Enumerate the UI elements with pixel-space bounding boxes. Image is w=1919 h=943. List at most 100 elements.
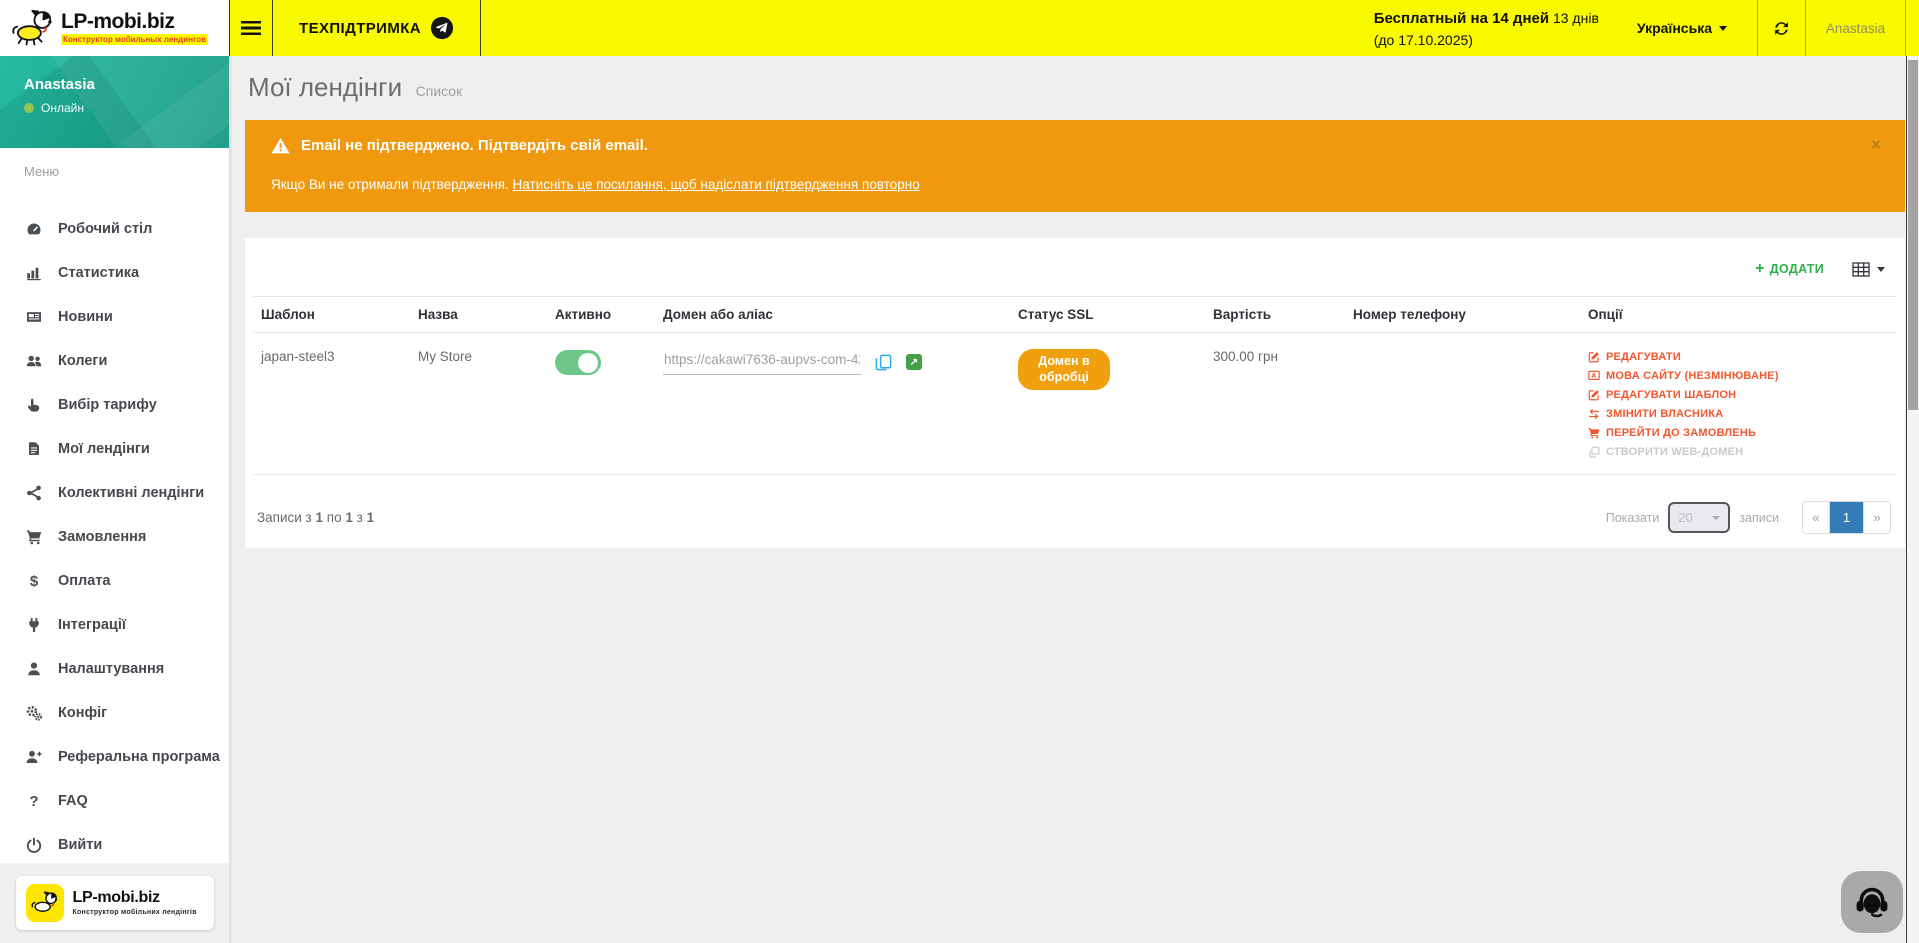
language-selector[interactable]: Українська [1637, 0, 1727, 56]
scrollbar-thumb[interactable] [1908, 60, 1918, 410]
landings-card: + ДОДАТИ Шаблон Назва Активно [245, 238, 1905, 548]
column-header: Статус SSL [1010, 297, 1205, 333]
option-site-language[interactable]: МОВА САЙТУ (НЕЗМІНЮВАНЕ) [1588, 370, 1889, 382]
sidebar-item-colleagues[interactable]: Колеги [0, 339, 229, 383]
close-icon[interactable]: × [1867, 133, 1885, 157]
header-logo[interactable]: LP-mobi.biz Конструктор мобильных лендин… [0, 0, 229, 56]
table-footer: Записи з 1 по 1 з 1 Показати 20 записи «… [253, 475, 1897, 540]
refresh-button[interactable] [1758, 0, 1805, 56]
logo-title: LP-mobi.biz [61, 11, 208, 32]
sidebar-item-statistics[interactable]: Статистика [0, 251, 229, 295]
footer-logo-title: LP-mobi.biz [73, 890, 197, 906]
profile-status: Онлайн [24, 101, 229, 115]
sidebar: Anastasia Онлайн Меню Робочий стіл Стати… [0, 56, 229, 943]
active-toggle[interactable] [555, 350, 601, 375]
column-header: Активно [547, 297, 655, 333]
trial-days-left: 13 днів [1553, 10, 1599, 26]
column-header: Назва [410, 297, 547, 333]
banner-text: Якщо Ви не отримали підтвердження. [271, 177, 513, 192]
sidebar-item-payment[interactable]: $ Оплата [0, 559, 229, 603]
exchange-icon [1588, 408, 1600, 420]
page-subtitle: Список [416, 83, 463, 99]
sidebar-item-news[interactable]: Новини [0, 295, 229, 339]
clone-icon [1588, 446, 1600, 458]
domain-input[interactable] [663, 349, 861, 375]
options-list: РЕДАГУВАТИ МОВА САЙТУ (НЕЗМІНЮВАНЕ) РЕДА… [1588, 349, 1889, 458]
support-link[interactable]: ТЕХПІДТРИМКА [273, 0, 481, 56]
users-icon [25, 353, 43, 369]
hand-pointer-icon [25, 397, 43, 413]
column-header: Шаблон [253, 297, 410, 333]
records-info: Записи з 1 по 1 з 1 [257, 510, 374, 525]
footer-logo[interactable]: LP-mobi.biz Конструктор мобільних лендін… [16, 876, 214, 930]
sidebar-item-config[interactable]: Конфіг [0, 691, 229, 735]
sidebar-item-integrations[interactable]: Інтеграції [0, 603, 229, 647]
pager-next[interactable]: » [1863, 502, 1890, 533]
add-button[interactable]: + ДОДАТИ [1755, 261, 1824, 277]
user-menu[interactable]: Anastasia [1806, 0, 1905, 56]
scrollbar[interactable] [1906, 56, 1919, 943]
option-edit-template[interactable]: РЕДАГУВАТИ ШАБЛОН [1588, 389, 1889, 401]
sidebar-item-desktop[interactable]: Робочий стіл [0, 207, 229, 251]
menu-toggle-button[interactable] [229, 0, 273, 56]
sidebar-item-logout[interactable]: Вийти [0, 823, 229, 867]
cell-price: 300.00 грн [1205, 333, 1345, 475]
menu-section-label: Меню [0, 148, 229, 179]
columns-toggle-button[interactable] [1852, 262, 1885, 277]
table-header-row: Шаблон Назва Активно Домен або аліас Ста… [253, 297, 1897, 333]
copy-icon[interactable] [874, 353, 893, 372]
chevron-down-icon [1877, 267, 1885, 272]
chevron-down-icon [1712, 516, 1720, 520]
sidebar-item-my-landings[interactable]: Мої лендінги [0, 427, 229, 471]
refresh-icon [1773, 20, 1790, 37]
sidebar-item-settings[interactable]: Налаштування [0, 647, 229, 691]
headset-icon [1853, 883, 1891, 921]
sidebar-item-faq[interactable]: ? FAQ [0, 779, 229, 823]
profile-panel: Anastasia Онлайн [0, 56, 229, 148]
external-link-icon[interactable]: ↗ [906, 354, 922, 370]
pager-prev[interactable]: « [1803, 502, 1830, 533]
chevron-down-icon [1719, 26, 1727, 31]
option-go-to-orders[interactable]: ПЕРЕЙТИ ДО ЗАМОВЛЕНЬ [1588, 427, 1889, 439]
option-create-web-domain: СТВОРИТИ WEB-ДОМЕН [1588, 446, 1889, 458]
sidebar-item-tariff[interactable]: Вибір тарифу [0, 383, 229, 427]
share-icon [25, 485, 43, 501]
page-size-select[interactable]: 20 [1668, 502, 1730, 533]
table-grid-icon [1852, 262, 1870, 277]
sidebar-item-referral[interactable]: Реферальна програма [0, 735, 229, 779]
plug-icon [25, 617, 43, 633]
files-icon [25, 441, 43, 457]
sidebar-item-orders[interactable]: Замовлення [0, 515, 229, 559]
option-edit[interactable]: РЕДАГУВАТИ [1588, 351, 1889, 363]
dog-mascot-icon [10, 9, 56, 47]
bar-chart-icon [25, 265, 43, 281]
page-size-value: 20 [1678, 510, 1692, 525]
ssl-status-badge: Домен в обробці [1018, 349, 1110, 390]
online-status-dot [24, 103, 34, 113]
dog-mascot-icon [26, 884, 64, 922]
edit-icon [1588, 351, 1600, 363]
support-chat-button[interactable] [1841, 871, 1903, 933]
email-warning-banner: Email не підтверджено. Підтвердіть свій … [245, 120, 1905, 212]
logo-subtitle: Конструктор мобильных лендингов [61, 34, 208, 45]
dashboard-icon [25, 221, 43, 237]
profile-name: Anastasia [24, 76, 229, 93]
cell-template: japan-steel3 [253, 333, 410, 475]
sidebar-menu: Робочий стіл Статистика Новини Колеги Ви… [0, 207, 229, 867]
resend-confirmation-link[interactable]: Натисніть це посилання, щоб надіслати пі… [513, 177, 920, 192]
question-icon: ? [25, 793, 43, 810]
page-title: Мої лендінги [248, 72, 402, 102]
plus-icon: + [1755, 261, 1765, 277]
dollar-icon: $ [25, 573, 43, 590]
option-change-owner[interactable]: ЗМІНИТИ ВЛАСНИКА [1588, 408, 1889, 420]
page-header: Мої лендінги Список [229, 56, 1906, 117]
pager-page-1[interactable]: 1 [1830, 502, 1863, 533]
trial-plan: Бесплатный на 14 дней [1374, 10, 1549, 27]
column-header: Номер телефону [1345, 297, 1580, 333]
sidebar-item-collective-landings[interactable]: Колективні лендінги [0, 471, 229, 515]
cell-name: My Store [410, 333, 547, 475]
online-status-label: Онлайн [41, 101, 84, 115]
language-icon [1588, 370, 1600, 382]
landings-table: Шаблон Назва Активно Домен або аліас Ста… [253, 296, 1897, 475]
trial-info: Бесплатный на 14 дней 13 днів (до 17.10.… [1374, 0, 1599, 56]
